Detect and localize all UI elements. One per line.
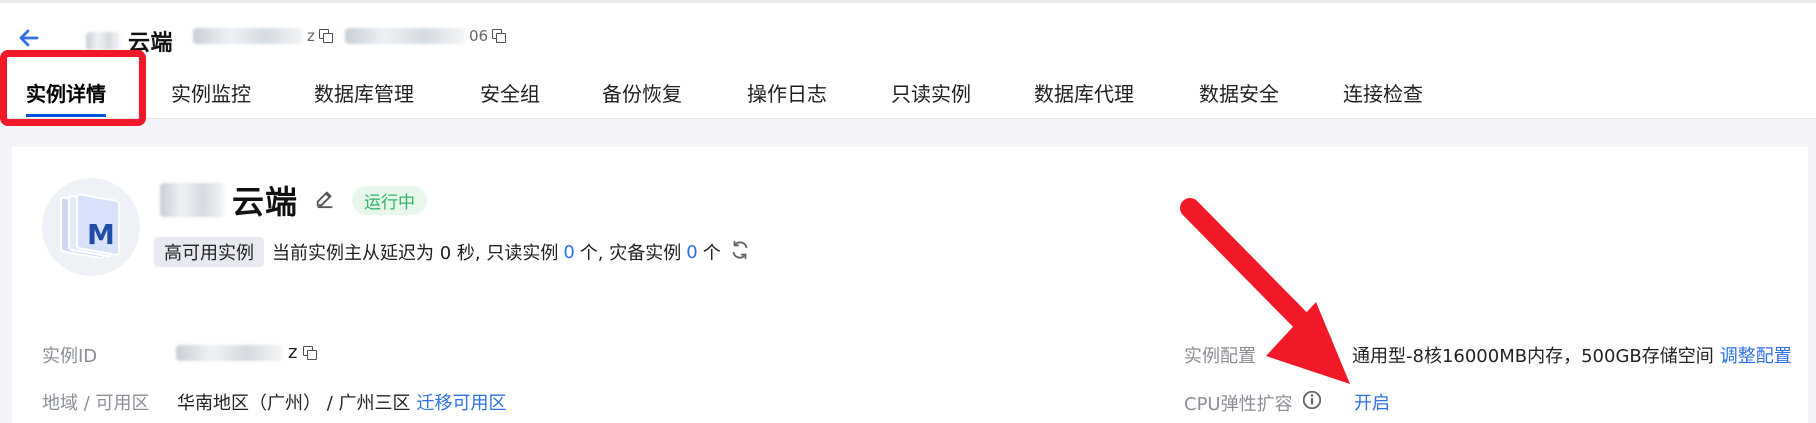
- adjust-config-link[interactable]: 调整配置: [1720, 342, 1792, 368]
- instance-avatar: M: [42, 178, 140, 276]
- enable-cpu-elastic-link[interactable]: 开启: [1354, 389, 1390, 415]
- copy-icon[interactable]: [492, 29, 507, 43]
- tab-data-security[interactable]: 数据安全: [1199, 67, 1279, 117]
- instance-config-label: 实例配置: [1184, 346, 1256, 367]
- migrate-zone-link[interactable]: 迁移可用区: [417, 389, 507, 415]
- page-header: 云端 z 06 实例详情 实例监控 数据库管理 安全组 备份恢复 操作日志 只读…: [0, 3, 1816, 119]
- instance-subline: 高可用实例 当前实例主从延迟为 0 秒, 只读实例 0 个, 灾备实例 0 个: [154, 237, 751, 267]
- cpu-elastic-label: CPU弹性扩容: [1184, 393, 1293, 415]
- secondary-id-tail: 06: [469, 27, 489, 45]
- instance-id-header: z: [193, 27, 333, 45]
- unit-text-1: 个, 灾备实例: [579, 243, 682, 264]
- region-label: 地域 / 可用区: [42, 393, 150, 414]
- detail-tabs: 实例详情 实例监控 数据库管理 安全组 备份恢复 操作日志 只读实例 数据库代理…: [0, 67, 1816, 117]
- back-button[interactable]: [14, 23, 44, 53]
- edit-icon[interactable]: [314, 187, 336, 213]
- region-value: 华南地区（广州） / 广州三区: [177, 393, 411, 414]
- ha-type-badge: 高可用实例: [154, 237, 264, 267]
- tab-readonly-instances[interactable]: 只读实例: [891, 67, 971, 117]
- redacted-id: [193, 28, 303, 44]
- header-title-text: 云端: [128, 31, 174, 56]
- redacted-secondary-id: [345, 28, 465, 44]
- instance-id-label: 实例ID: [42, 346, 98, 367]
- tab-database-proxy[interactable]: 数据库代理: [1034, 67, 1134, 117]
- tab-connection-check[interactable]: 连接检查: [1343, 67, 1423, 117]
- tab-database-management[interactable]: 数据库管理: [314, 67, 414, 117]
- disaster-count-link[interactable]: 0: [686, 242, 697, 263]
- instance-config-row: 通用型-8核16000MB内存，500GB存储空间 调整配置: [1352, 342, 1792, 368]
- copy-icon[interactable]: [318, 29, 333, 43]
- refresh-icon[interactable]: [729, 239, 751, 266]
- redacted-instance-id: [176, 344, 282, 361]
- redacted-instance-name: [160, 183, 224, 217]
- status-badge: 运行中: [352, 185, 428, 215]
- region-value-row: 华南地区（广州） / 广州三区 迁移可用区: [177, 389, 507, 415]
- instance-name-row: 云端 运行中: [160, 177, 428, 223]
- unit-text-2: 个: [702, 243, 721, 264]
- cpu-elastic-value: 开启: [1354, 389, 1390, 415]
- tab-instance-details[interactable]: 实例详情: [26, 67, 106, 117]
- instance-name-text: 云端: [232, 183, 299, 221]
- avatar-letter: M: [87, 218, 115, 251]
- instance-config-value: 通用型-8核16000MB内存，500GB存储空间: [1352, 346, 1714, 367]
- instance-header-title: 云端: [86, 25, 173, 57]
- instance-id-tail-detail: z: [288, 342, 298, 363]
- readonly-count-link[interactable]: 0: [563, 242, 574, 263]
- database-stack-icon: M: [60, 193, 120, 259]
- redacted-name: [86, 32, 120, 50]
- instance-id-tail: z: [307, 27, 315, 45]
- info-icon[interactable]: [1301, 389, 1323, 416]
- arrow-left-icon: [19, 29, 39, 47]
- cpu-elastic-label-row: CPU弹性扩容: [1184, 389, 1323, 416]
- secondary-id-header: 06: [345, 27, 507, 45]
- tab-operation-log[interactable]: 操作日志: [747, 67, 827, 117]
- tab-backup-restore[interactable]: 备份恢复: [602, 67, 682, 117]
- instance-id-value: z: [176, 342, 318, 363]
- instance-summary-card: M 云端 运行中 高可用实例 当前实例主从延迟为 0 秒, 只读实例 0 个, …: [12, 147, 1808, 423]
- tab-security-group[interactable]: 安全组: [480, 67, 540, 117]
- copy-icon[interactable]: [303, 345, 318, 360]
- tab-instance-monitor[interactable]: 实例监控: [171, 67, 251, 117]
- delay-text: 当前实例主从延迟为 0 秒, 只读实例: [272, 243, 559, 264]
